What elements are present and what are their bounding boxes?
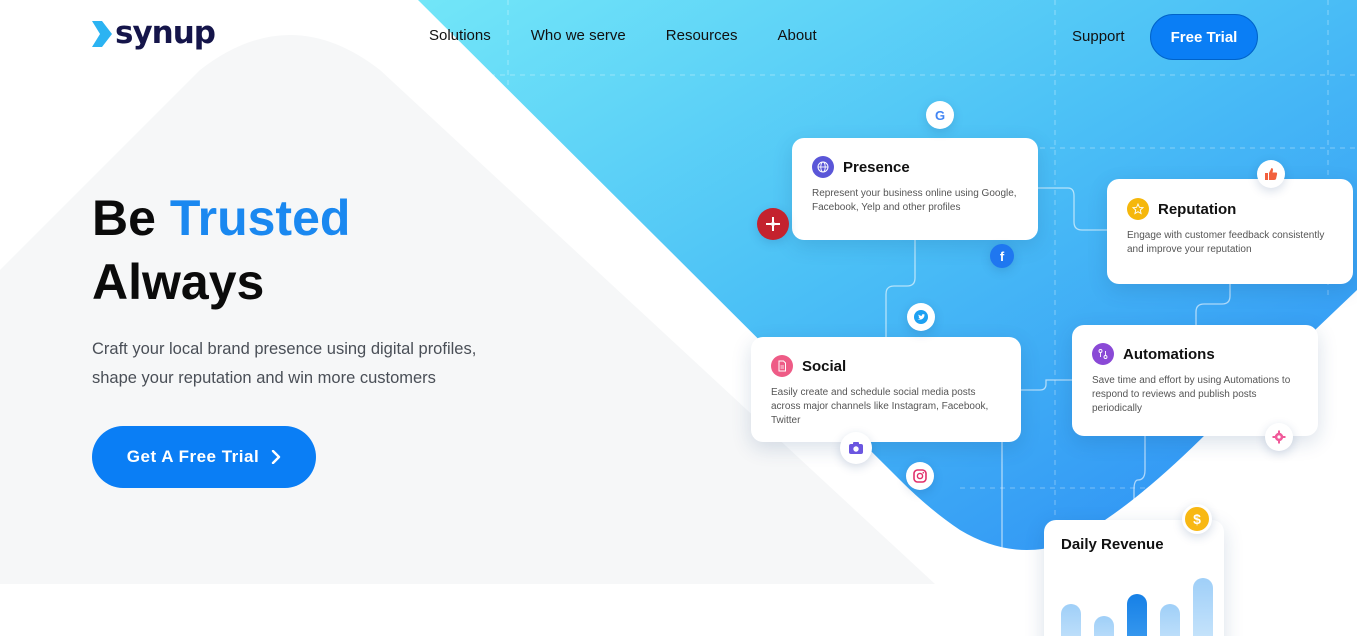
hero-title-always: Always [92,254,265,310]
nav-about[interactable]: About [777,27,816,44]
cta-label: Get A Free Trial [126,447,260,466]
nav-solutions[interactable]: Solutions [429,27,491,44]
reputation-text: Engage with customer feedback consistent… [1127,230,1325,255]
reputation-title: Reputation [1158,200,1237,218]
facebook-icon: f [990,244,1014,268]
nav-support[interactable]: Support [1072,28,1125,45]
hero-title: Be Trusted Always [92,186,350,314]
gear-icon [1265,423,1293,451]
get-free-trial-button[interactable]: Get A Free Trial [92,426,316,488]
logo-chevron-icon [92,20,112,47]
automations-text: Save time and effort by using Automation… [1092,375,1291,414]
document-icon [771,355,793,377]
revenue-bar [1094,616,1114,636]
main-nav: Solutions Who we serve Resources About [429,27,857,44]
automations-card: Automations Save time and effort by usin… [1072,325,1318,436]
dollar-icon: $ [1182,504,1212,534]
revenue-bar [1127,594,1147,636]
social-text: Easily create and schedule social media … [771,387,989,426]
hero-subtitle-line2: shape your reputation and win more custo… [92,369,436,387]
presence-text: Represent your business online using Goo… [812,188,1017,213]
automations-title: Automations [1123,345,1215,363]
instagram-icon [906,462,934,490]
hero-subtitle: Craft your local brand presence using di… [92,335,522,393]
presence-card: Presence Represent your business online … [792,138,1038,240]
hero-subtitle-line1: Craft your local brand presence using di… [92,340,477,358]
daily-revenue-card: Daily Revenue [1044,520,1224,636]
google-icon: G [926,101,954,129]
synup-logo[interactable]: synup [92,15,216,51]
hero-title-be: Be [92,190,156,246]
logo-text: synup [115,15,216,51]
revenue-bar [1160,604,1180,636]
twitter-icon [907,303,935,331]
nav-who-we-serve[interactable]: Who we serve [531,27,626,44]
nav-resources[interactable]: Resources [666,27,738,44]
free-trial-button[interactable]: Free Trial [1150,14,1258,60]
yelp-icon [757,208,789,240]
presence-title: Presence [843,158,910,176]
revenue-bars [1061,566,1213,636]
star-icon [1127,198,1149,220]
camera-icon [840,432,872,464]
reputation-card: Reputation Engage with customer feedback… [1107,179,1353,284]
social-title: Social [802,357,847,375]
automation-icon [1092,343,1114,365]
daily-revenue-title: Daily Revenue [1061,536,1164,553]
social-card: Social Easily create and schedule social… [751,337,1021,442]
revenue-bar [1061,604,1081,636]
globe-icon [812,156,834,178]
revenue-bar [1193,578,1213,636]
hero-title-accent: Trusted [169,190,351,246]
chevron-right-icon [272,450,281,464]
thumbs-up-icon [1257,160,1285,188]
